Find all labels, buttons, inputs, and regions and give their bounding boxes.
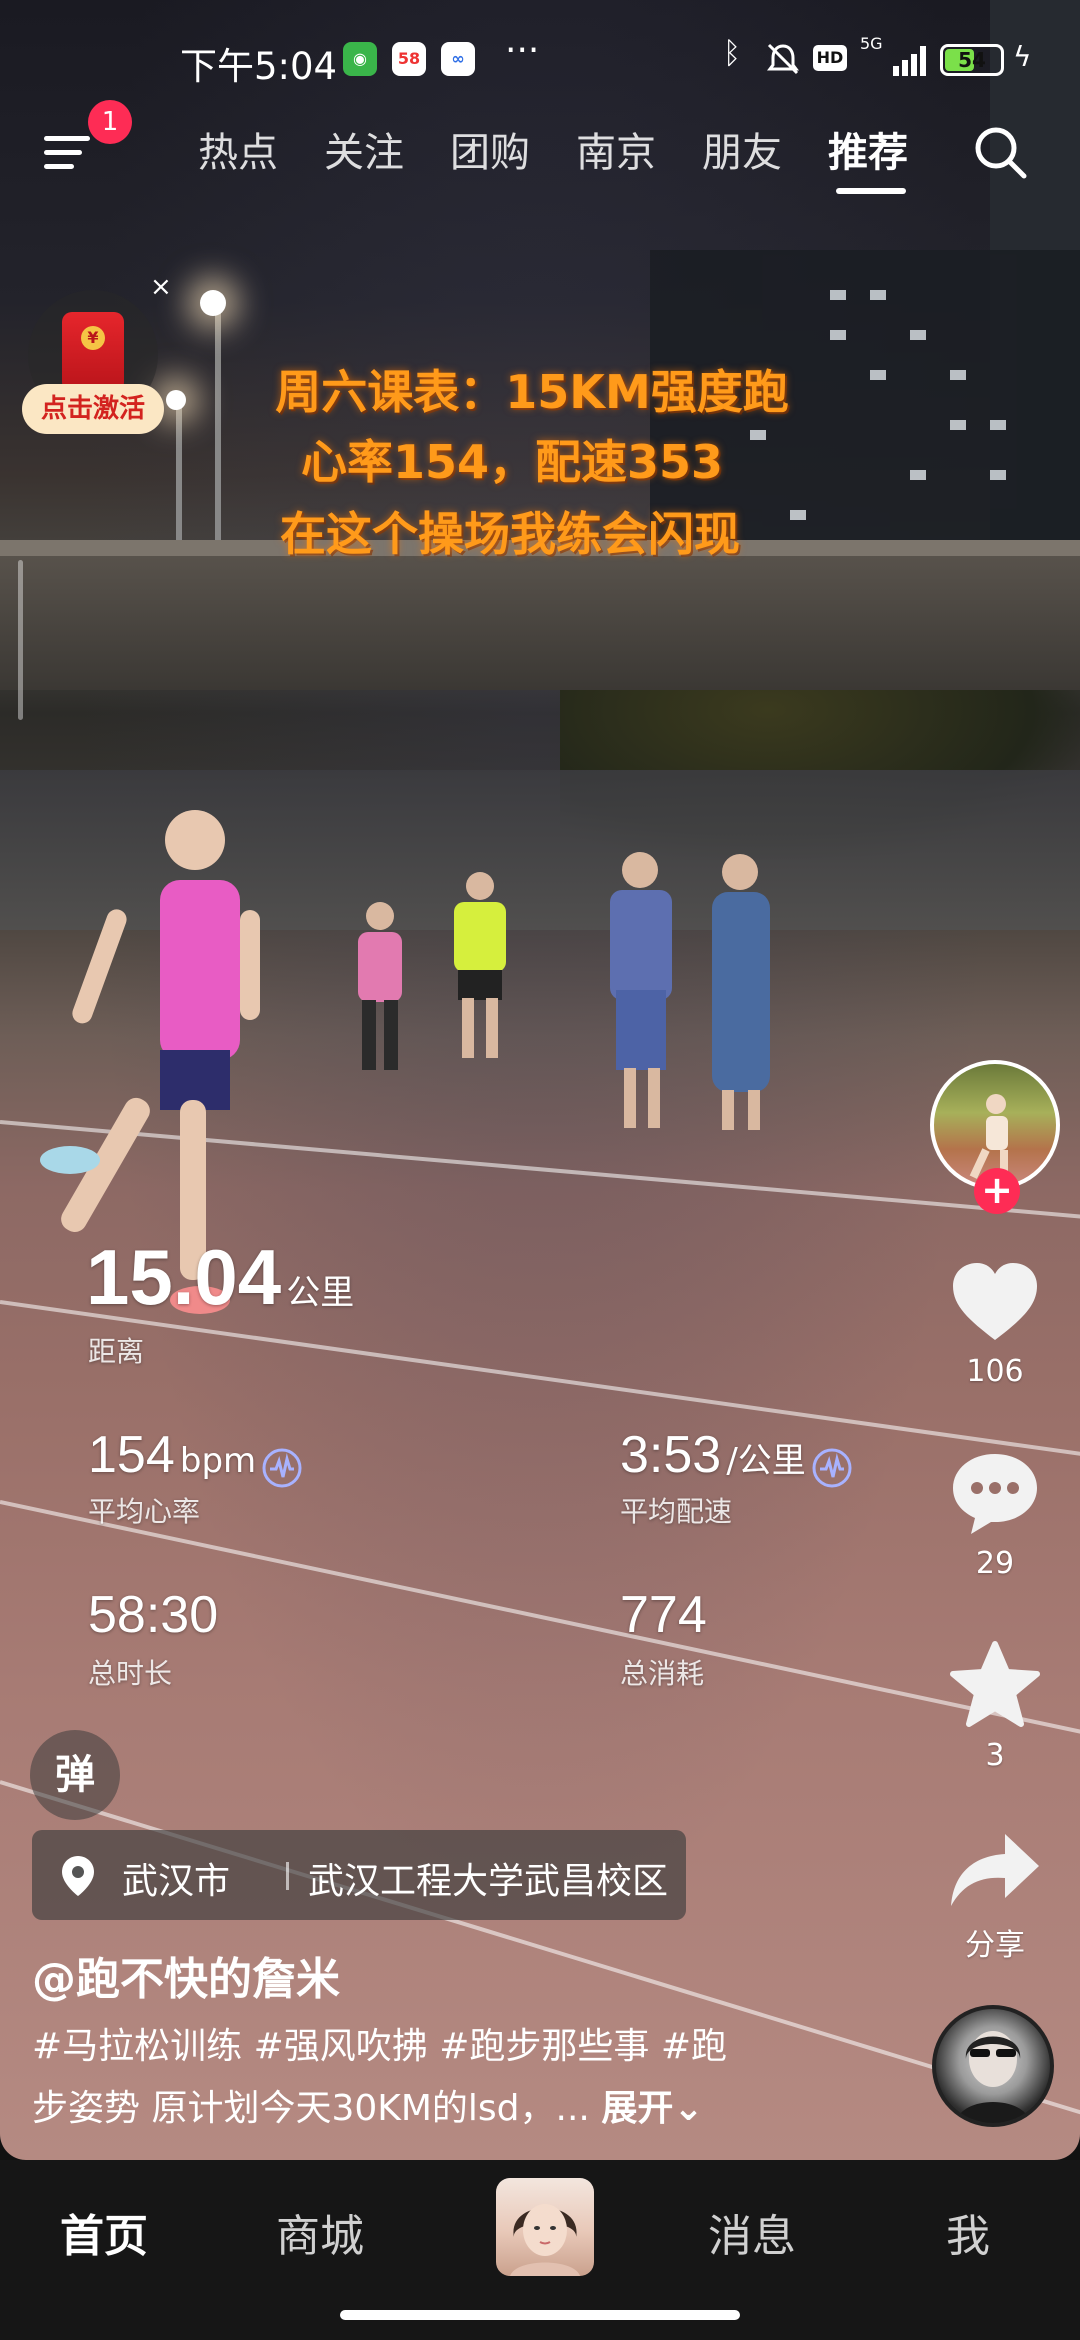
tab-group-buy[interactable]: 团购 bbox=[450, 120, 530, 178]
network-type: 5G bbox=[860, 34, 883, 53]
video-caption-line-3: 在这个操场我练会闪现 bbox=[280, 507, 740, 561]
create-button[interactable] bbox=[496, 2178, 594, 2276]
home-indicator[interactable] bbox=[340, 2310, 740, 2320]
nav-me[interactable]: 我 bbox=[946, 2200, 990, 2264]
nav-mall[interactable]: 商城 bbox=[276, 2200, 364, 2264]
expand-link[interactable]: 展开⌄ bbox=[601, 2088, 703, 2129]
heart-rate-unit: bpm bbox=[179, 1441, 257, 1481]
charging-icon: ϟ bbox=[1013, 40, 1032, 73]
like-button[interactable]: 106 bbox=[920, 1260, 1070, 1389]
close-icon[interactable]: × bbox=[150, 272, 172, 302]
street-lamp bbox=[200, 290, 226, 316]
duration-label: 总时长 bbox=[88, 1657, 173, 1690]
status-time: 下午5:04 bbox=[180, 45, 338, 88]
notification-badge: 1 bbox=[88, 100, 132, 144]
tab-nanjing[interactable]: 南京 bbox=[576, 120, 656, 178]
active-tab-indicator bbox=[836, 188, 906, 194]
nav-home[interactable]: 首页 bbox=[60, 2200, 148, 2264]
location-divider bbox=[286, 1862, 289, 1890]
runner-figure bbox=[454, 872, 506, 1058]
video-caption-line-1: 周六课表：15KM强度跑 bbox=[275, 365, 789, 419]
heart-rate-value: 154 bbox=[88, 1426, 175, 1484]
distance-value: 15.04 bbox=[86, 1233, 282, 1321]
comment-button[interactable]: 29 bbox=[920, 1450, 1070, 1581]
description-line-2: 步姿势 原计划今天30KM的lsd，... 展开⌄ bbox=[32, 2078, 872, 2140]
signal-icon bbox=[893, 44, 933, 76]
distance-stat: 15.04 公里 bbox=[86, 1232, 354, 1323]
mute-bell-icon bbox=[767, 43, 799, 75]
music-cover-portrait bbox=[956, 2031, 1030, 2123]
duration-value: 58:30 bbox=[88, 1586, 219, 1644]
like-count: 106 bbox=[966, 1354, 1024, 1389]
runner-figure bbox=[358, 902, 402, 1070]
tab-friends[interactable]: 朋友 bbox=[702, 120, 782, 178]
location-place: 武汉工程大学武昌校区 bbox=[308, 1861, 669, 1902]
menu-icon[interactable] bbox=[44, 130, 94, 170]
search-icon[interactable] bbox=[970, 122, 1030, 182]
post-description[interactable]: #马拉松训练 #强风吹拂 #跑步那些事 #跑 步姿势 原计划今天30KM的lsd… bbox=[32, 2016, 872, 2140]
create-avatar-portrait bbox=[510, 2204, 580, 2276]
favorite-count: 3 bbox=[985, 1738, 1005, 1773]
share-arrow-icon bbox=[951, 1834, 1039, 1906]
follow-button[interactable]: + bbox=[974, 1168, 1020, 1214]
pace-label: 平均配速 bbox=[620, 1495, 733, 1528]
heart-rate-label: 平均心率 bbox=[88, 1495, 201, 1528]
calories-value: 774 bbox=[620, 1586, 707, 1644]
side-drawer-hint bbox=[18, 560, 23, 720]
video-caption-line-2: 心率154，配速353 bbox=[300, 435, 724, 489]
calories-label: 总消耗 bbox=[620, 1657, 705, 1690]
location-pin-icon bbox=[62, 1856, 94, 1896]
favorite-button[interactable]: 3 bbox=[920, 1640, 1070, 1773]
wechat-icon: ◉ bbox=[343, 42, 377, 76]
pace-value: 3:53 bbox=[620, 1426, 722, 1484]
heart-icon bbox=[953, 1263, 1037, 1340]
heart-rate-stat: 154 bpm bbox=[88, 1425, 303, 1489]
battery-level: 54 bbox=[958, 48, 986, 72]
more-notifications-icon: ··· bbox=[505, 30, 540, 71]
location-city: 武汉市 bbox=[122, 1861, 231, 1902]
distance-label: 距离 bbox=[88, 1335, 145, 1368]
tab-recommend[interactable]: 推荐 bbox=[828, 120, 908, 178]
author-name[interactable]: @跑不快的詹米 bbox=[32, 1943, 340, 2007]
location-tag[interactable]: 武汉市 武汉工程大学武昌校区 bbox=[32, 1830, 686, 1920]
top-navigation: 1 热点 关注 团购 南京 朋友 推荐 bbox=[0, 100, 1080, 208]
share-button[interactable]: 分享 bbox=[920, 1830, 1070, 1964]
danmaku-toggle[interactable]: 弹 bbox=[30, 1730, 120, 1820]
comment-icon bbox=[953, 1454, 1037, 1534]
distance-unit: 公里 bbox=[286, 1273, 355, 1313]
description-line-1: #马拉松训练 #强风吹拂 #跑步那些事 #跑 bbox=[32, 2026, 727, 2067]
baidu-icon: ∞ bbox=[441, 42, 475, 76]
58-app-icon: 58 bbox=[392, 42, 426, 76]
star-icon bbox=[950, 1641, 1040, 1727]
tab-hot[interactable]: 热点 bbox=[198, 120, 278, 178]
waveform-icon bbox=[262, 1448, 302, 1487]
nav-messages[interactable]: 消息 bbox=[708, 2200, 796, 2264]
status-bar: 下午5:04 ◉ 58 ∞ ··· ᛒ HD 5G 54 ϟ bbox=[0, 0, 1080, 120]
tab-following[interactable]: 关注 bbox=[324, 120, 404, 178]
bluetooth-icon: ᛒ bbox=[723, 36, 741, 71]
waveform-icon bbox=[812, 1448, 852, 1487]
pace-stat: 3:53 /公里 bbox=[620, 1425, 853, 1489]
description-text: 步姿势 原计划今天30KM的lsd，... bbox=[32, 2088, 590, 2129]
hd-badge: HD bbox=[813, 45, 847, 71]
walker-figures bbox=[610, 852, 770, 1130]
share-label: 分享 bbox=[965, 1928, 1025, 1963]
pace-unit: /公里 bbox=[726, 1441, 806, 1481]
battery-icon: 54 bbox=[940, 44, 1004, 76]
music-disc[interactable] bbox=[932, 2005, 1054, 2127]
comment-count: 29 bbox=[975, 1546, 1015, 1581]
